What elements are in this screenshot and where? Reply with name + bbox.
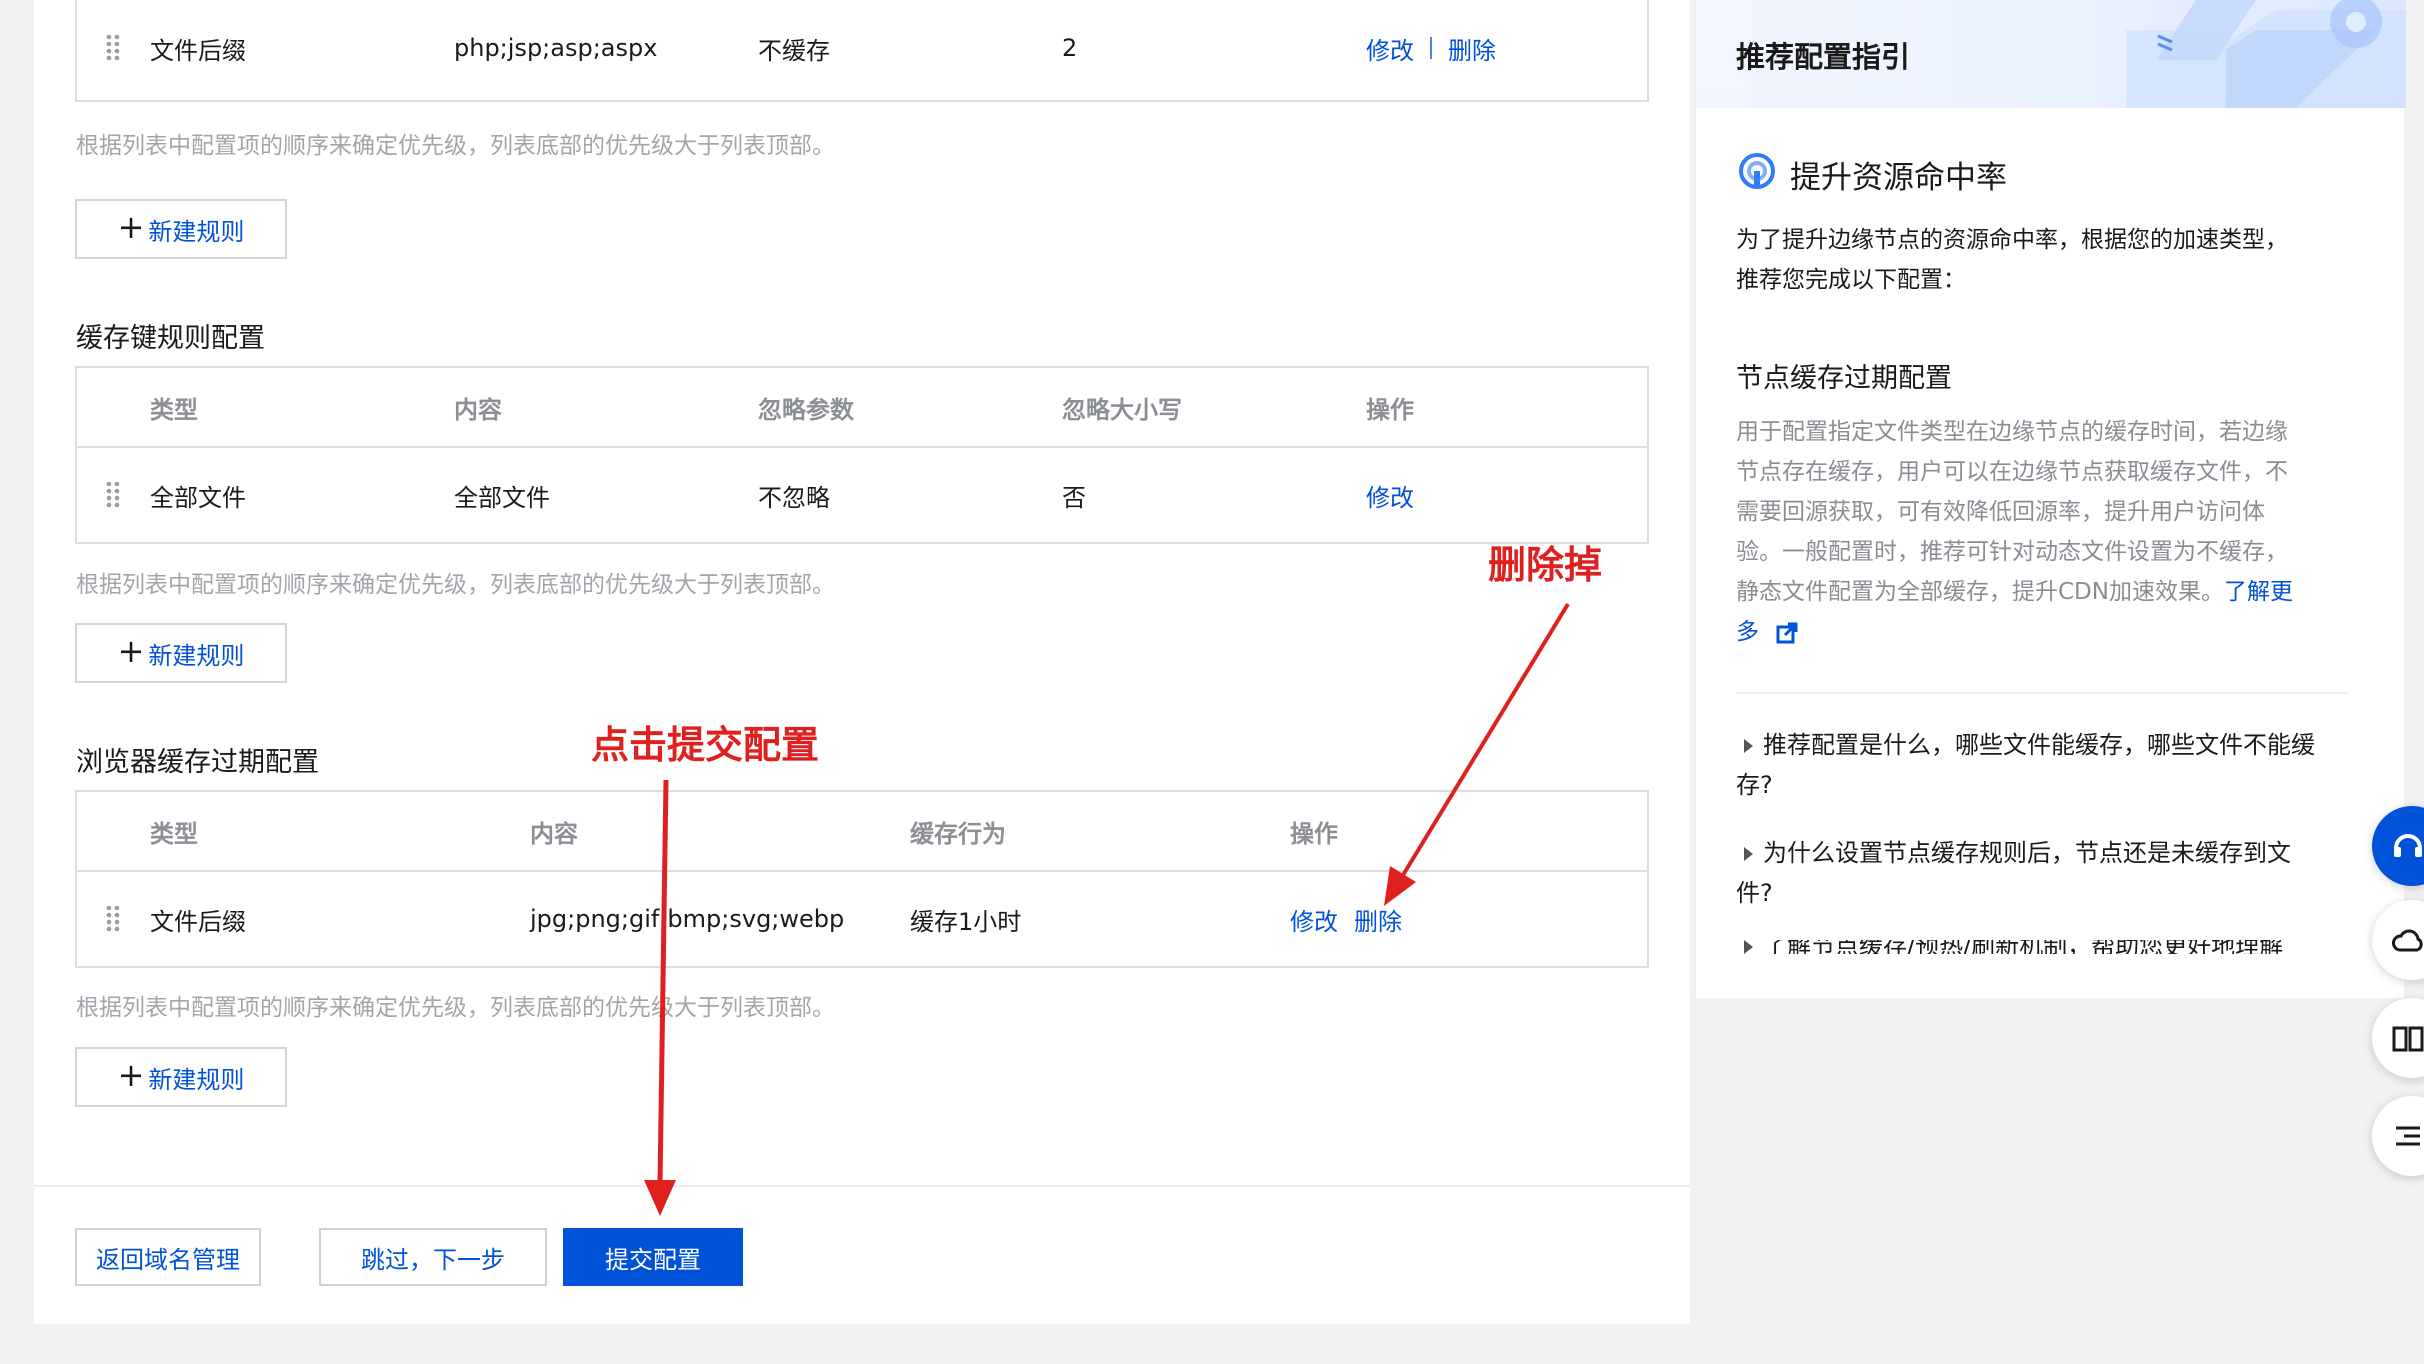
annotation-arrows [644,602,1570,1216]
arrow-to-delete [1384,602,1570,906]
arrow-to-submit [644,779,676,1216]
